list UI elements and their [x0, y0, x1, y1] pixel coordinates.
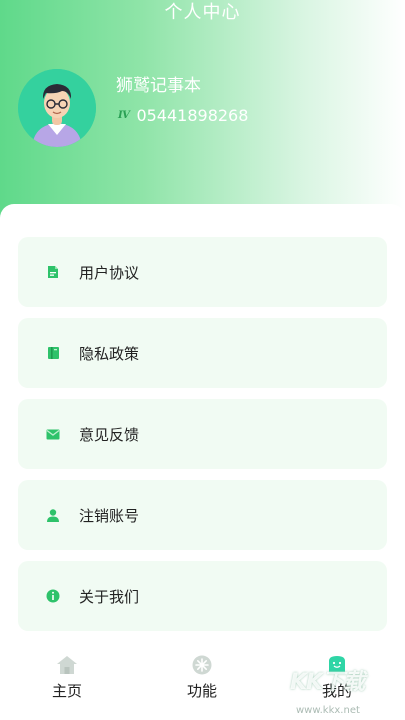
- menu-item-label: 注销账号: [79, 506, 140, 525]
- notebook-icon: [46, 346, 60, 360]
- page-title: 个人中心: [164, 2, 241, 23]
- avatar-illustration: [18, 69, 96, 147]
- tab-label: 主页: [51, 682, 82, 700]
- profile-name: 狮鹫记事本: [116, 76, 201, 96]
- tab-home[interactable]: 主页: [17, 644, 117, 720]
- menu-item-label: 关于我们: [79, 587, 140, 606]
- tab-function[interactable]: 功能: [152, 644, 252, 720]
- home-icon: [56, 654, 78, 676]
- watermark-url: www.kkx.net: [296, 705, 360, 716]
- id-number: 05441898268: [136, 106, 249, 125]
- document-icon: [46, 265, 60, 279]
- menu-item-feedback[interactable]: 意见反馈: [18, 399, 387, 469]
- menu-item-privacy-policy[interactable]: 隐私政策: [18, 318, 387, 388]
- menu-item-delete-account[interactable]: 注销账号: [18, 480, 387, 550]
- avatar[interactable]: [18, 69, 96, 147]
- envelope-icon: [46, 427, 60, 441]
- info-icon: [46, 589, 60, 603]
- menu-item-user-agreement[interactable]: 用户协议: [18, 237, 387, 307]
- id-row: IV 05441898268: [118, 106, 248, 125]
- function-icon: [191, 654, 213, 676]
- id-icon: IV: [118, 110, 130, 121]
- watermark-logo: KK下载: [290, 670, 365, 695]
- menu-item-label: 意见反馈: [79, 425, 140, 444]
- user-icon: [46, 508, 60, 522]
- menu-item-label: 隐私政策: [79, 344, 140, 363]
- menu-item-about-us[interactable]: 关于我们: [18, 561, 387, 631]
- menu-panel: 用户协议 隐私政策 意见反馈 注销账号 关于我们: [0, 204, 405, 644]
- tab-label: 功能: [186, 682, 217, 700]
- menu-item-label: 用户协议: [79, 263, 140, 282]
